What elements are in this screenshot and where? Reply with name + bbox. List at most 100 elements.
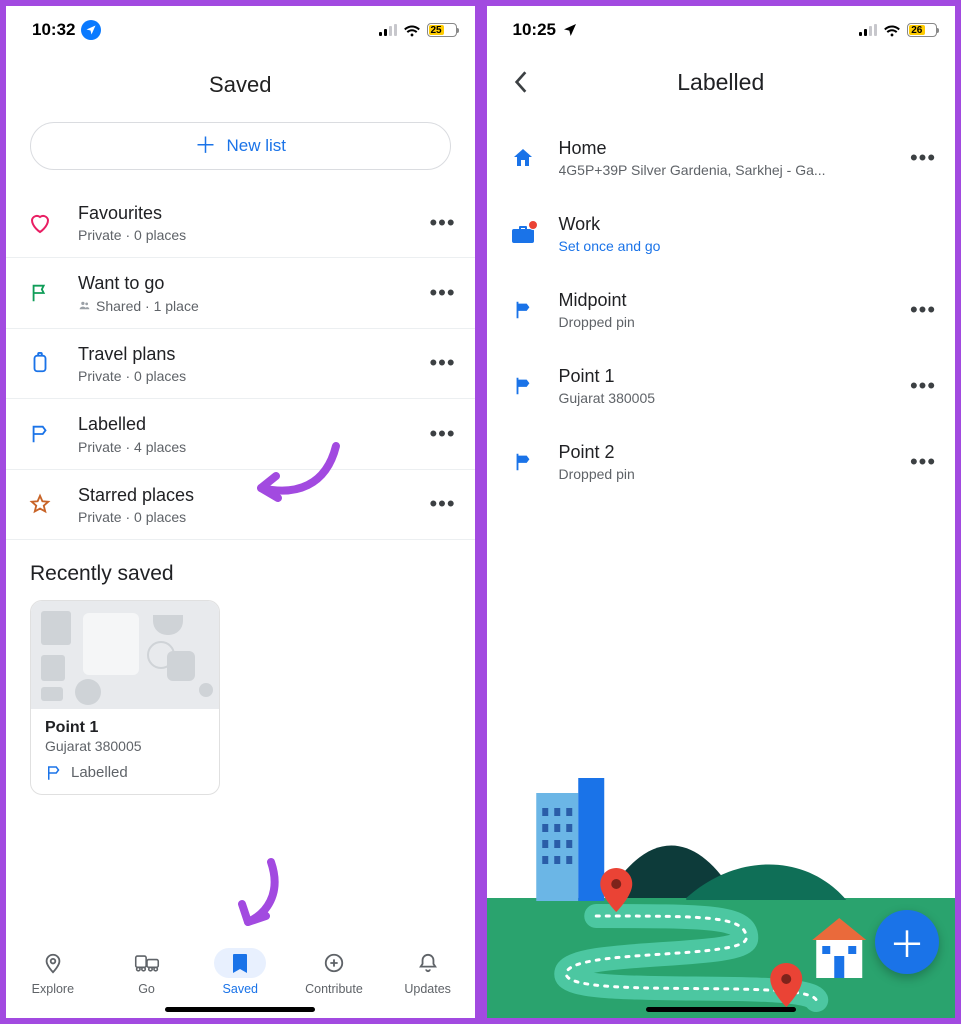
row-title: Point 2 [559,442,908,463]
more-button[interactable]: ••• [427,418,459,450]
wifi-icon [883,23,901,37]
cell-signal-icon [379,24,397,36]
labelled-row-work[interactable]: Work Set once and go [487,196,956,272]
bookmark-icon [231,952,249,974]
alert-dot-icon [528,220,538,230]
nav-contribute[interactable]: Contribute [287,948,381,996]
row-subtitle: Private · 0 places [78,368,427,384]
wifi-icon [403,23,421,37]
plus-icon: ＋ [889,916,925,968]
location-services-icon [562,22,578,38]
battery-icon: 26 [907,23,937,37]
nav-go[interactable]: Go [100,948,194,996]
row-subtitle: Shared · 1 place [78,298,427,314]
row-title: Starred places [78,484,427,507]
row-subtitle[interactable]: Set once and go [559,238,940,254]
more-button[interactable]: ••• [427,347,459,379]
row-title: Travel plans [78,343,427,366]
bell-icon [418,952,438,974]
battery-level: 26 [909,25,925,35]
more-button[interactable]: ••• [907,142,939,174]
card-image-placeholder [31,601,219,709]
nav-label: Saved [223,982,258,996]
page-title: Saved [6,54,475,122]
pin-icon [42,952,64,974]
illustration: ＋ [487,768,956,1018]
home-icon [505,146,541,170]
list-row-favourites[interactable]: Favourites Private · 0 places ••• [6,188,475,258]
row-title: Labelled [78,413,427,436]
more-button[interactable]: ••• [907,294,939,326]
new-list-button[interactable]: ＋ New list [30,122,451,170]
plus-circle-icon [323,952,345,974]
labelled-row-point1[interactable]: Point 1 Gujarat 380005 ••• [487,348,956,424]
nav-label: Updates [404,982,451,996]
row-subtitle: Gujarat 380005 [559,390,908,406]
nav-label: Contribute [305,982,363,996]
row-subtitle: Private · 0 places [78,227,427,243]
flag-fill-icon [505,375,541,397]
list-row-want-to-go[interactable]: Want to go Shared · 1 place ••• [6,258,475,328]
row-title: Midpoint [559,290,908,311]
location-services-icon [81,20,101,40]
row-title: Point 1 [559,366,908,387]
row-title: Work [559,214,940,235]
status-time: 10:25 [513,20,556,40]
new-list-label: New list [227,136,287,156]
more-button[interactable]: ••• [427,488,459,520]
label-flag-icon [24,423,56,445]
nav-updates[interactable]: Updates [381,948,475,996]
nav-label: Explore [32,982,74,996]
card-tag-label: Labelled [71,764,128,781]
labelled-row-midpoint[interactable]: Midpoint Dropped pin ••• [487,272,956,348]
battery-level: 25 [429,25,444,35]
nav-label: Go [138,982,155,996]
label-flag-icon [45,764,63,782]
home-indicator [646,1007,796,1012]
card-title: Point 1 [45,719,205,737]
row-subtitle: Private · 0 places [78,509,427,525]
home-indicator [165,1007,315,1012]
list-row-labelled[interactable]: Labelled Private · 4 places ••• [6,399,475,469]
status-bar: 10:25 26 [487,6,956,54]
page-title: Labelled [503,69,940,96]
transit-icon [134,953,160,973]
row-title: Want to go [78,272,427,295]
row-subtitle: 4G5P+39P Silver Gardenia, Sarkhej - Ga..… [559,162,908,178]
nav-explore[interactable]: Explore [6,948,100,996]
row-subtitle: Dropped pin [559,466,908,482]
recent-card[interactable]: Point 1 Gujarat 380005 Labelled [30,600,220,795]
add-label-fab[interactable]: ＋ [875,910,939,974]
plus-icon: ＋ [194,135,216,157]
star-icon [24,493,56,515]
labelled-row-home[interactable]: Home 4G5P+39P Silver Gardenia, Sarkhej -… [487,120,956,196]
row-title: Favourites [78,202,427,225]
row-subtitle: Private · 4 places [78,439,427,455]
people-icon [78,299,91,312]
more-button[interactable]: ••• [907,446,939,478]
heart-icon [24,211,56,235]
annotation-arrow-saved-tab [216,854,286,938]
more-button[interactable]: ••• [907,370,939,402]
cell-signal-icon [859,24,877,36]
flag-icon [24,282,56,304]
screen-labelled: 10:25 26 Labelled [487,6,956,1018]
more-button[interactable]: ••• [427,207,459,239]
suitcase-icon [24,351,56,375]
flag-fill-icon [505,299,541,321]
more-button[interactable]: ••• [427,277,459,309]
battery-icon: 25 [427,23,457,37]
screen-saved: 10:32 25 Saved ＋ New list [6,6,475,1018]
card-subtitle: Gujarat 380005 [45,738,205,754]
status-time: 10:32 [32,20,75,40]
list-row-starred[interactable]: Starred places Private · 0 places ••• [6,470,475,540]
status-bar: 10:32 25 [6,6,475,54]
row-subtitle: Dropped pin [559,314,908,330]
briefcase-icon [505,222,541,246]
recently-saved-header: Recently saved [6,540,475,600]
list-row-travel-plans[interactable]: Travel plans Private · 0 places ••• [6,329,475,399]
row-title: Home [559,138,908,159]
labelled-row-point2[interactable]: Point 2 Dropped pin ••• [487,424,956,500]
nav-saved[interactable]: Saved [193,948,287,996]
flag-fill-icon [505,451,541,473]
